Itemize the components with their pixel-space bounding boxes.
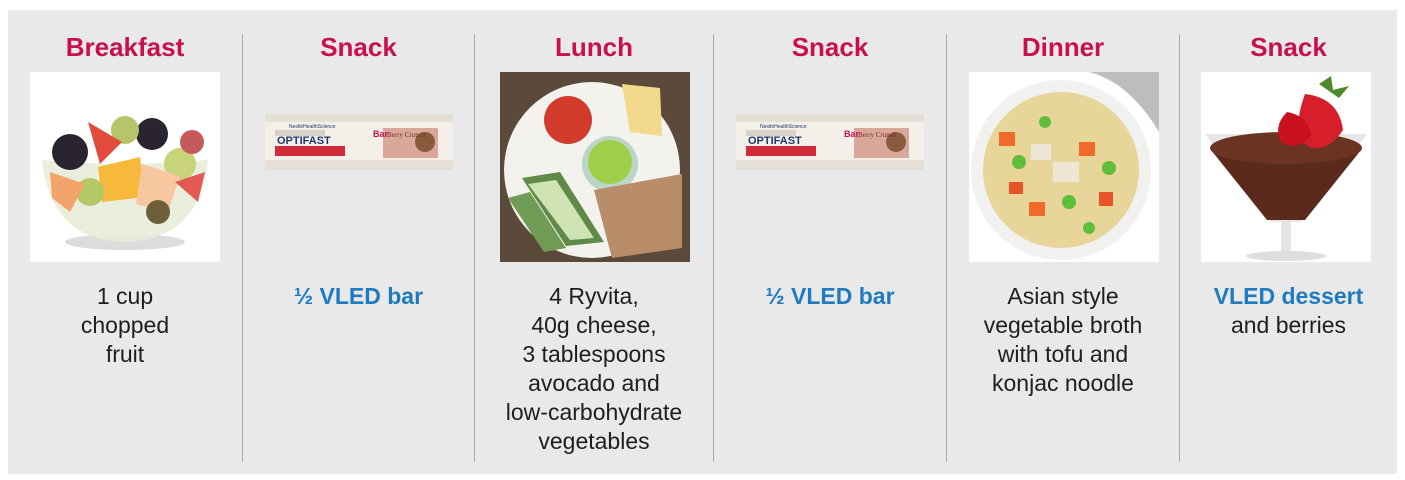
bar-brand-text: OPTIFAST <box>748 135 802 147</box>
meal-title: Snack <box>320 32 397 62</box>
vled-bar-image: OPTIFAST NestléHealthScience Berry Crunc… <box>736 110 924 174</box>
bar-brand-text: OPTIFAST <box>277 135 331 147</box>
bar-flavour-text: Berry Crunch <box>858 131 897 139</box>
caption-line: with tofu and <box>997 341 1129 367</box>
caption-line: 40g cheese, <box>531 312 657 338</box>
caption-line: avocado and <box>528 370 660 396</box>
meal-caption: 4 Ryvita, 40g cheese, 3 tablespoons avoc… <box>475 282 713 456</box>
bar-name-text: Bar <box>844 129 860 139</box>
meal-column-snack-1: Snack OPTIFAST NestléHealthScience Berry… <box>243 10 474 474</box>
bar-name-text: Bar <box>373 129 389 139</box>
meal-title: Breakfast <box>65 32 185 62</box>
caption-line: 3 tablespoons <box>522 341 666 367</box>
chocolate-dessert-image <box>1201 72 1371 262</box>
caption-highlight: VLED dessert <box>1213 283 1364 309</box>
meal-caption: VLED dessert and berries <box>1180 282 1397 340</box>
caption-line: fruit <box>105 341 145 367</box>
fruit-bowl-image <box>30 72 220 262</box>
bar-maker-text: NestléHealthScience <box>289 124 336 130</box>
meal-column-snack-2: Snack OPTIFAST NestléHealthScience Berry… <box>714 10 946 474</box>
caption-line: low-carbohydrate <box>505 399 683 425</box>
vled-bar-image: OPTIFAST NestléHealthScience Berry Crunc… <box>265 110 453 174</box>
meal-title: Snack <box>1250 32 1327 62</box>
meal-title: Snack <box>791 32 869 62</box>
lunch-plate-image <box>500 72 690 262</box>
meal-caption: Asian style vegetable broth with tofu an… <box>947 282 1179 398</box>
caption-line: Asian style <box>1007 283 1119 309</box>
vegetable-broth-image <box>969 72 1159 262</box>
caption-line: vegetables <box>538 428 650 454</box>
caption-line: 1 cup <box>96 283 154 309</box>
meal-plan-panel: Breakfast 1 cup chopped fruit Snack OPTI… <box>8 10 1397 474</box>
meal-column-snack-3: Snack VLED dessert and berries <box>1180 10 1397 474</box>
meal-title: Dinner <box>1021 32 1105 62</box>
caption-highlight: ½ VLED bar <box>293 283 424 309</box>
meal-caption: 1 cup chopped fruit <box>8 282 242 369</box>
caption-line: 4 Ryvita, <box>549 283 639 309</box>
meal-column-breakfast: Breakfast 1 cup chopped fruit <box>8 10 242 474</box>
caption-line: konjac noodle <box>992 370 1134 396</box>
caption-line: vegetable broth <box>983 312 1143 338</box>
meal-column-lunch: Lunch 4 Ryvita, 40g cheese, 3 tablespoon… <box>475 10 713 474</box>
meal-caption: ½ VLED bar <box>243 282 474 311</box>
meal-caption: ½ VLED bar <box>714 282 946 311</box>
caption-line: chopped <box>80 312 170 338</box>
meal-column-dinner: Dinner Asian style vegetable broth with … <box>947 10 1179 474</box>
bar-flavour-text: Berry Crunch <box>387 131 426 139</box>
caption-highlight: ½ VLED bar <box>765 283 895 309</box>
caption-line: and berries <box>1230 312 1347 338</box>
bar-maker-text: NestléHealthScience <box>760 124 807 130</box>
meal-title: Lunch <box>555 32 633 62</box>
